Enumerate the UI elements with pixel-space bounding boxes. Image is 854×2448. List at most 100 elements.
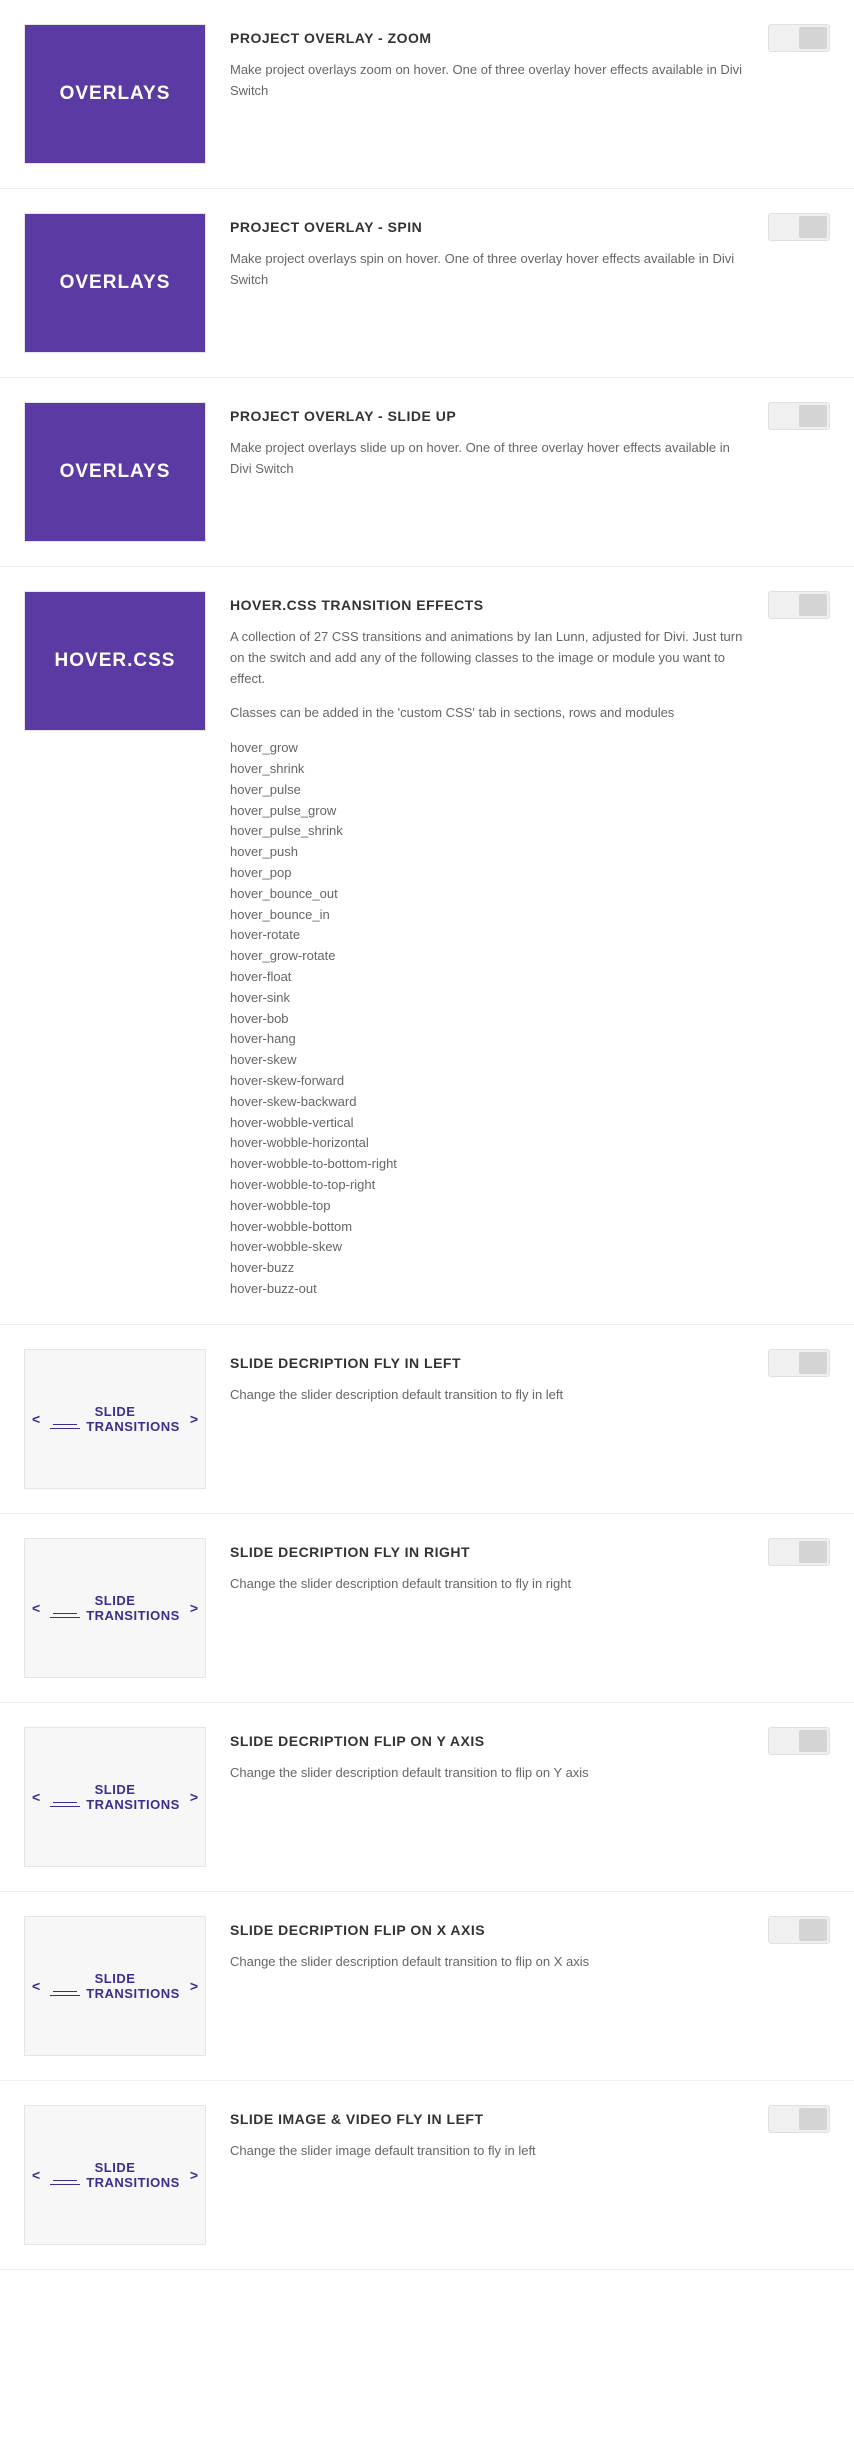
chevron-left-icon: < bbox=[32, 1789, 40, 1805]
toggle-knob bbox=[799, 1352, 827, 1374]
toggle-knob bbox=[799, 216, 827, 238]
chevron-right-icon: > bbox=[190, 1789, 198, 1805]
toggle-knob bbox=[799, 1541, 827, 1563]
setting-row: OVERLAYS PROJECT OVERLAY - SLIDE UP Make p… bbox=[0, 378, 854, 567]
setting-thumbnail: <SLIDETRANSITIONS> bbox=[24, 1727, 206, 1867]
class-item: hover_bounce_in bbox=[230, 905, 748, 926]
setting-thumbnail: <SLIDETRANSITIONS> bbox=[24, 1916, 206, 2056]
thumb-label: HOVER.CSS bbox=[55, 650, 176, 672]
toggle-switch[interactable] bbox=[768, 1916, 830, 1944]
toggle-switch[interactable] bbox=[768, 2105, 830, 2133]
setting-row: OVERLAYS PROJECT OVERLAY - ZOOM Make proje… bbox=[0, 0, 854, 189]
class-item: hover-wobble-bottom bbox=[230, 1217, 748, 1238]
thumb-label: OVERLAYS bbox=[60, 461, 171, 483]
class-item: hover_pop bbox=[230, 863, 748, 884]
setting-description: Make project overlays zoom on hover. One… bbox=[230, 60, 748, 102]
toggle-switch[interactable] bbox=[768, 1349, 830, 1377]
thumb-label-line1: SLIDE bbox=[95, 1971, 136, 1986]
class-item: hover-sink bbox=[230, 988, 748, 1009]
class-item: hover-skew bbox=[230, 1050, 748, 1071]
toggle-knob bbox=[799, 594, 827, 616]
toggle-switch[interactable] bbox=[768, 213, 830, 241]
setting-description: Change the slider description default tr… bbox=[230, 1952, 748, 1973]
class-item: hover_shrink bbox=[230, 759, 748, 780]
class-item: hover_bounce_out bbox=[230, 884, 748, 905]
class-item: hover-bob bbox=[230, 1009, 748, 1030]
class-item: hover-skew-forward bbox=[230, 1071, 748, 1092]
thumb-label-line2: TRANSITIONS bbox=[86, 1419, 180, 1434]
setting-row: <SLIDETRANSITIONS>SLIDE IMAGE & VIDEO FL… bbox=[0, 2081, 854, 2270]
setting-title: PROJECT OVERLAY - SLIDE UP bbox=[230, 408, 748, 424]
chevron-right-icon: > bbox=[190, 1600, 198, 1616]
toggle-knob bbox=[799, 1919, 827, 1941]
toggle-switch[interactable] bbox=[768, 591, 830, 619]
toggle-switch[interactable] bbox=[768, 1727, 830, 1755]
setting-description: Change the slider description default tr… bbox=[230, 1763, 748, 1784]
class-item: hover-wobble-horizontal bbox=[230, 1133, 748, 1154]
chevron-right-icon: > bbox=[190, 2167, 198, 2183]
setting-thumbnail: < SLIDETRANSITIONS > bbox=[24, 1538, 206, 1678]
class-item: hover-buzz-out bbox=[230, 1279, 748, 1300]
class-item: hover_grow bbox=[230, 738, 748, 759]
class-item: hover-hang bbox=[230, 1029, 748, 1050]
setting-row: HOVER.CSS HOVER.CSS TRANSITION EFFECTS A c… bbox=[0, 567, 854, 1325]
thumb-label-line1: SLIDE bbox=[95, 2160, 136, 2175]
chevron-right-icon: > bbox=[190, 1978, 198, 1994]
setting-description: Change the slider image default transiti… bbox=[230, 2141, 748, 2162]
setting-row: < SLIDETRANSITIONS > SLIDE DECRIPTION FLY I… bbox=[0, 1325, 854, 1514]
class-item: hover_grow-rotate bbox=[230, 946, 748, 967]
thumb-label: OVERLAYS bbox=[60, 83, 171, 105]
setting-title: SLIDE DECRIPTION FLIP ON Y AXIS bbox=[230, 1733, 748, 1749]
setting-title: SLIDE IMAGE & VIDEO FLY IN LEFT bbox=[230, 2111, 748, 2127]
class-item: hover-buzz bbox=[230, 1258, 748, 1279]
toggle-switch[interactable] bbox=[768, 402, 830, 430]
thumb-label-line1: SLIDE bbox=[95, 1404, 136, 1419]
setting-row: OVERLAYS PROJECT OVERLAY - SPIN Make proje… bbox=[0, 189, 854, 378]
toggle-knob bbox=[799, 1730, 827, 1752]
setting-title: PROJECT OVERLAY - ZOOM bbox=[230, 30, 748, 46]
toggle-knob bbox=[799, 2108, 827, 2130]
class-item: hover-wobble-to-top-right bbox=[230, 1175, 748, 1196]
class-item: hover-skew-backward bbox=[230, 1092, 748, 1113]
setting-thumbnail: OVERLAYS bbox=[24, 213, 206, 353]
class-item: hover-wobble-skew bbox=[230, 1237, 748, 1258]
class-item: hover-wobble-vertical bbox=[230, 1113, 748, 1134]
setting-row: < SLIDETRANSITIONS > SLIDE DECRIPTION FLY I… bbox=[0, 1514, 854, 1703]
setting-title: SLIDE DECRIPTION FLY IN RIGHT bbox=[230, 1544, 748, 1560]
class-item: hover-wobble-top bbox=[230, 1196, 748, 1217]
setting-thumbnail: OVERLAYS bbox=[24, 402, 206, 542]
setting-title: SLIDE DECRIPTION FLY IN LEFT bbox=[230, 1355, 748, 1371]
class-item: hover_pulse bbox=[230, 780, 748, 801]
setting-description: Change the slider description default tr… bbox=[230, 1385, 748, 1406]
setting-title: SLIDE DECRIPTION FLIP ON X AXIS bbox=[230, 1922, 748, 1938]
chevron-right-icon: > bbox=[190, 1411, 198, 1427]
thumb-label-line2: TRANSITIONS bbox=[86, 1986, 180, 2001]
setting-thumbnail: <SLIDETRANSITIONS> bbox=[24, 2105, 206, 2245]
thumb-label: OVERLAYS bbox=[60, 272, 171, 294]
thumb-label-line2: TRANSITIONS bbox=[86, 1608, 180, 1623]
thumb-label-line1: SLIDE bbox=[95, 1782, 136, 1797]
thumb-label-line2: TRANSITIONS bbox=[86, 2175, 180, 2190]
class-item: hover_pulse_shrink bbox=[230, 821, 748, 842]
setting-title: HOVER.CSS TRANSITION EFFECTS bbox=[230, 597, 748, 613]
toggle-knob bbox=[799, 405, 827, 427]
chevron-left-icon: < bbox=[32, 1411, 40, 1427]
class-item: hover-float bbox=[230, 967, 748, 988]
chevron-left-icon: < bbox=[32, 1600, 40, 1616]
setting-description: A collection of 27 CSS transitions and a… bbox=[230, 627, 748, 1300]
toggle-switch[interactable] bbox=[768, 1538, 830, 1566]
toggle-switch[interactable] bbox=[768, 24, 830, 52]
setting-row: <SLIDETRANSITIONS>SLIDE DECRIPTION FLIP … bbox=[0, 1892, 854, 2081]
thumb-label-line1: SLIDE bbox=[95, 1593, 136, 1608]
class-item: hover-rotate bbox=[230, 925, 748, 946]
setting-thumbnail: < SLIDETRANSITIONS > bbox=[24, 1349, 206, 1489]
class-item: hover-wobble-to-bottom-right bbox=[230, 1154, 748, 1175]
class-item: hover_push bbox=[230, 842, 748, 863]
class-item: hover_pulse_grow bbox=[230, 801, 748, 822]
setting-description: Change the slider description default tr… bbox=[230, 1574, 748, 1595]
setting-thumbnail: OVERLAYS bbox=[24, 24, 206, 164]
setting-description: Make project overlays spin on hover. One… bbox=[230, 249, 748, 291]
setting-title: PROJECT OVERLAY - SPIN bbox=[230, 219, 748, 235]
setting-row: <SLIDETRANSITIONS>SLIDE DECRIPTION FLIP … bbox=[0, 1703, 854, 1892]
setting-description: Make project overlays slide up on hover.… bbox=[230, 438, 748, 480]
